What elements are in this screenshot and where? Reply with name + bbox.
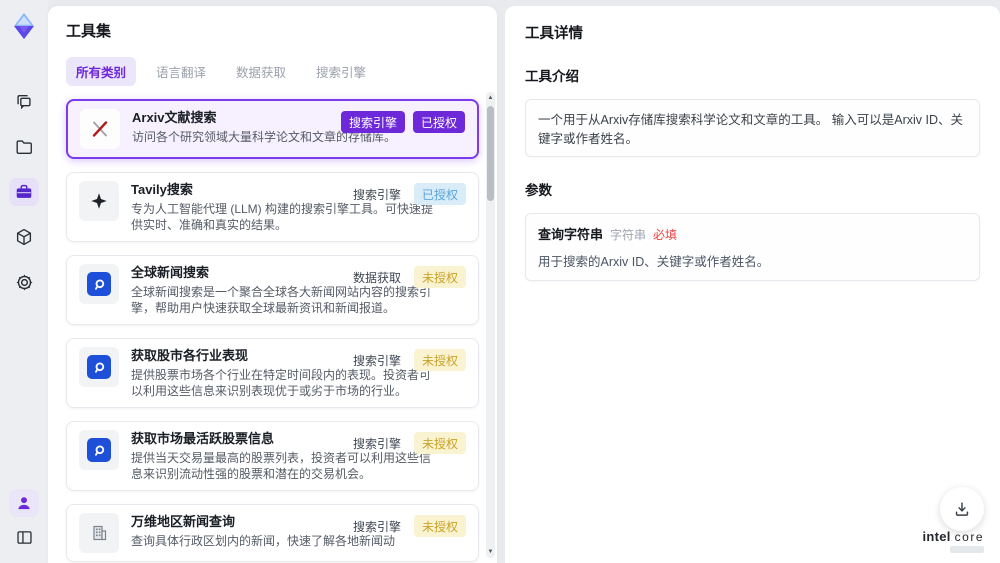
auth-status-badge: 未授权: [413, 266, 466, 288]
intel-core-branding: intel core: [922, 529, 984, 553]
param-name: 查询字符串: [538, 227, 604, 242]
tool-card-sector-performance[interactable]: 获取股市各行业表现 提供股票市场各个行业在特定时间段内的表现。投资者可以利用这些…: [66, 338, 479, 408]
category-badge: 搜索引擎: [340, 111, 405, 133]
category-label: 搜索引擎: [352, 519, 401, 534]
scroll-up-arrow[interactable]: ▲: [486, 94, 495, 102]
news-app-icon: [79, 264, 119, 304]
download-icon: [955, 502, 969, 516]
app-logo: [6, 8, 42, 44]
cube-icon[interactable]: [9, 223, 39, 251]
category-label: 搜索引擎: [352, 187, 401, 202]
chat-icon[interactable]: [9, 88, 39, 116]
arxiv-logo-icon: [80, 109, 120, 149]
toolbox-icon-active[interactable]: [9, 178, 39, 206]
tool-list: Arxiv文献搜索 访问各个研究领域大量科学论文和文章的存储库。 搜索引擎 已授…: [66, 99, 479, 562]
tool-card-tavily[interactable]: Tavily搜索 专为人工智能代理 (LLM) 构建的搜索引擎工具。可快速提供实…: [66, 172, 479, 242]
param-box: 查询字符串 字符串 必填 用于搜索的Arxiv ID、关键字或作者姓名。: [525, 213, 980, 281]
tool-card-regional-news[interactable]: 万维地区新闻查询 查询具体行政区划内的新闻，快速了解各地新闻动 搜索引擎 未授权: [66, 504, 479, 562]
user-avatar-icon[interactable]: [9, 489, 39, 517]
tab-all-categories[interactable]: 所有类别: [66, 57, 137, 86]
param-type: 字符串: [610, 228, 647, 242]
tool-desc: 提供当天交易量最高的股票列表，投资者可以利用这些信息来识别流动性强的股票和潜在的…: [131, 451, 432, 481]
intro-heading: 工具介绍: [525, 69, 579, 84]
finance-app-icon: [79, 430, 119, 470]
left-rail: [0, 0, 48, 563]
auth-status-badge: 未授权: [413, 515, 466, 537]
tab-search-engine[interactable]: 搜索引擎: [306, 57, 376, 86]
param-required-flag: 必填: [653, 228, 678, 242]
category-label: 搜索引擎: [352, 353, 401, 368]
tab-translation[interactable]: 语言翻译: [146, 57, 216, 86]
scrollbar-thumb[interactable]: [487, 106, 494, 201]
intel-sub-badge: [950, 546, 984, 553]
download-button[interactable]: [940, 487, 984, 531]
tavily-star-icon: [79, 181, 119, 221]
folder-icon[interactable]: [9, 133, 39, 161]
tool-desc: 全球新闻搜索是一个聚合全球各大新闻网站内容的搜索引擎，帮助用户快速获取全球最新资…: [131, 285, 432, 315]
list-scrollbar[interactable]: ▲ ▼: [486, 92, 495, 558]
params-heading: 参数: [525, 183, 552, 198]
tool-card-most-active-stocks[interactable]: 获取市场最活跃股票信息 提供当天交易量最高的股票列表，投资者可以利用这些信息来识…: [66, 421, 479, 491]
settings-gear-icon[interactable]: [9, 268, 39, 296]
category-label: 搜索引擎: [352, 436, 401, 451]
detail-title: 工具详情: [525, 26, 583, 42]
tool-card-global-news[interactable]: 全球新闻搜索 全球新闻搜索是一个聚合全球各大新闻网站内容的搜索引擎，帮助用户快速…: [66, 255, 479, 325]
category-tabs: 所有类别 语言翻译 数据获取 搜索引擎: [66, 57, 479, 86]
tool-desc: 提供股票市场各个行业在特定时间段内的表现。投资者可以利用这些信息来识别表现优于或…: [131, 368, 432, 398]
tool-desc: 专为人工智能代理 (LLM) 构建的搜索引擎工具。可快速提供实时、准确和真实的结…: [131, 202, 434, 232]
building-icon: [79, 513, 119, 553]
finance-app-icon: [79, 347, 119, 387]
tool-card-arxiv[interactable]: Arxiv文献搜索 访问各个研究领域大量科学论文和文章的存储库。 搜索引擎 已授…: [66, 99, 479, 159]
auth-status-badge: 未授权: [413, 432, 466, 454]
auth-status-badge: 已授权: [413, 183, 466, 205]
page-title: 工具集: [66, 23, 112, 40]
intro-box: 一个用于从Arxiv存储库搜索科学论文和文章的工具。 输入可以是Arxiv ID…: [525, 99, 980, 157]
tool-detail-panel: 工具详情 工具介绍 一个用于从Arxiv存储库搜索科学论文和文章的工具。 输入可…: [505, 6, 1000, 563]
core-logo-text: core: [954, 530, 984, 544]
scroll-down-arrow[interactable]: ▼: [486, 548, 495, 556]
tools-panel: 工具集 所有类别 语言翻译 数据获取 搜索引擎 Arxiv文献搜索 访问各个研究…: [48, 6, 497, 563]
sidebar-toggle-icon[interactable]: [9, 523, 39, 551]
intel-logo-text: intel: [922, 529, 951, 544]
category-label: 数据获取: [352, 270, 401, 285]
auth-status-badge: 已授权: [412, 111, 465, 133]
tab-data-fetch[interactable]: 数据获取: [226, 57, 296, 86]
param-desc: 用于搜索的Arxiv ID、关键字或作者姓名。: [538, 255, 770, 269]
auth-status-badge: 未授权: [413, 349, 466, 371]
